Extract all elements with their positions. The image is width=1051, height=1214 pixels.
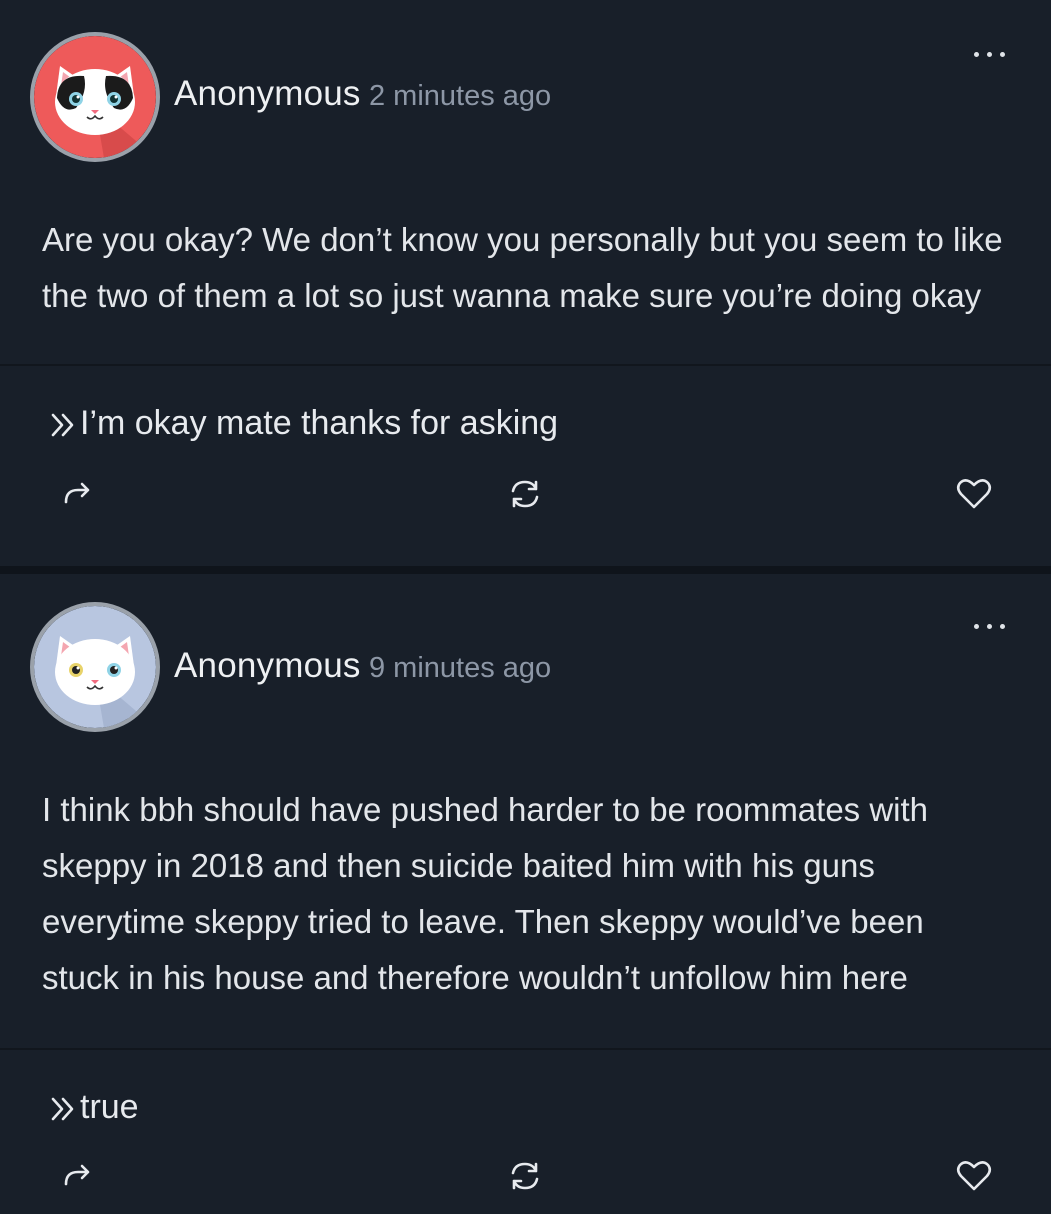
double-chevron-right-icon [51, 413, 74, 437]
post-separator [0, 566, 1051, 574]
divider [0, 1048, 1051, 1050]
refresh-icon[interactable] [509, 1160, 541, 1192]
white-cat-avatar-icon [34, 606, 156, 728]
author-name[interactable]: Anonymous [174, 74, 361, 114]
answer-text: I’m okay mate thanks for asking [48, 404, 558, 443]
post-time: 9 minutes ago [369, 652, 552, 684]
post-card: Anonymous 9 minutes ago I think bbh shou… [0, 574, 1051, 1214]
post-time: 2 minutes ago [369, 80, 552, 112]
question-text: I think bbh should have pushed harder to… [42, 791, 929, 996]
more-dots-icon[interactable] [973, 622, 1007, 632]
share-arrow-icon[interactable] [60, 480, 94, 506]
share-arrow-icon[interactable] [60, 1162, 94, 1188]
more-dots-icon[interactable] [973, 50, 1007, 60]
avatar[interactable] [30, 602, 160, 732]
heart-icon[interactable] [956, 478, 992, 510]
refresh-icon[interactable] [509, 478, 541, 510]
heart-icon[interactable] [956, 1160, 992, 1192]
answer-text: true [48, 1088, 139, 1127]
avatar[interactable] [30, 32, 160, 162]
black-white-cat-avatar-icon [34, 36, 156, 158]
question-text: Are you okay? We don’t know you personal… [42, 221, 1003, 314]
double-chevron-right-icon [51, 1097, 74, 1121]
post-card: Anonymous 2 minutes ago Are you okay? We… [0, 0, 1051, 566]
divider [0, 364, 1051, 366]
author-name[interactable]: Anonymous [174, 646, 361, 686]
